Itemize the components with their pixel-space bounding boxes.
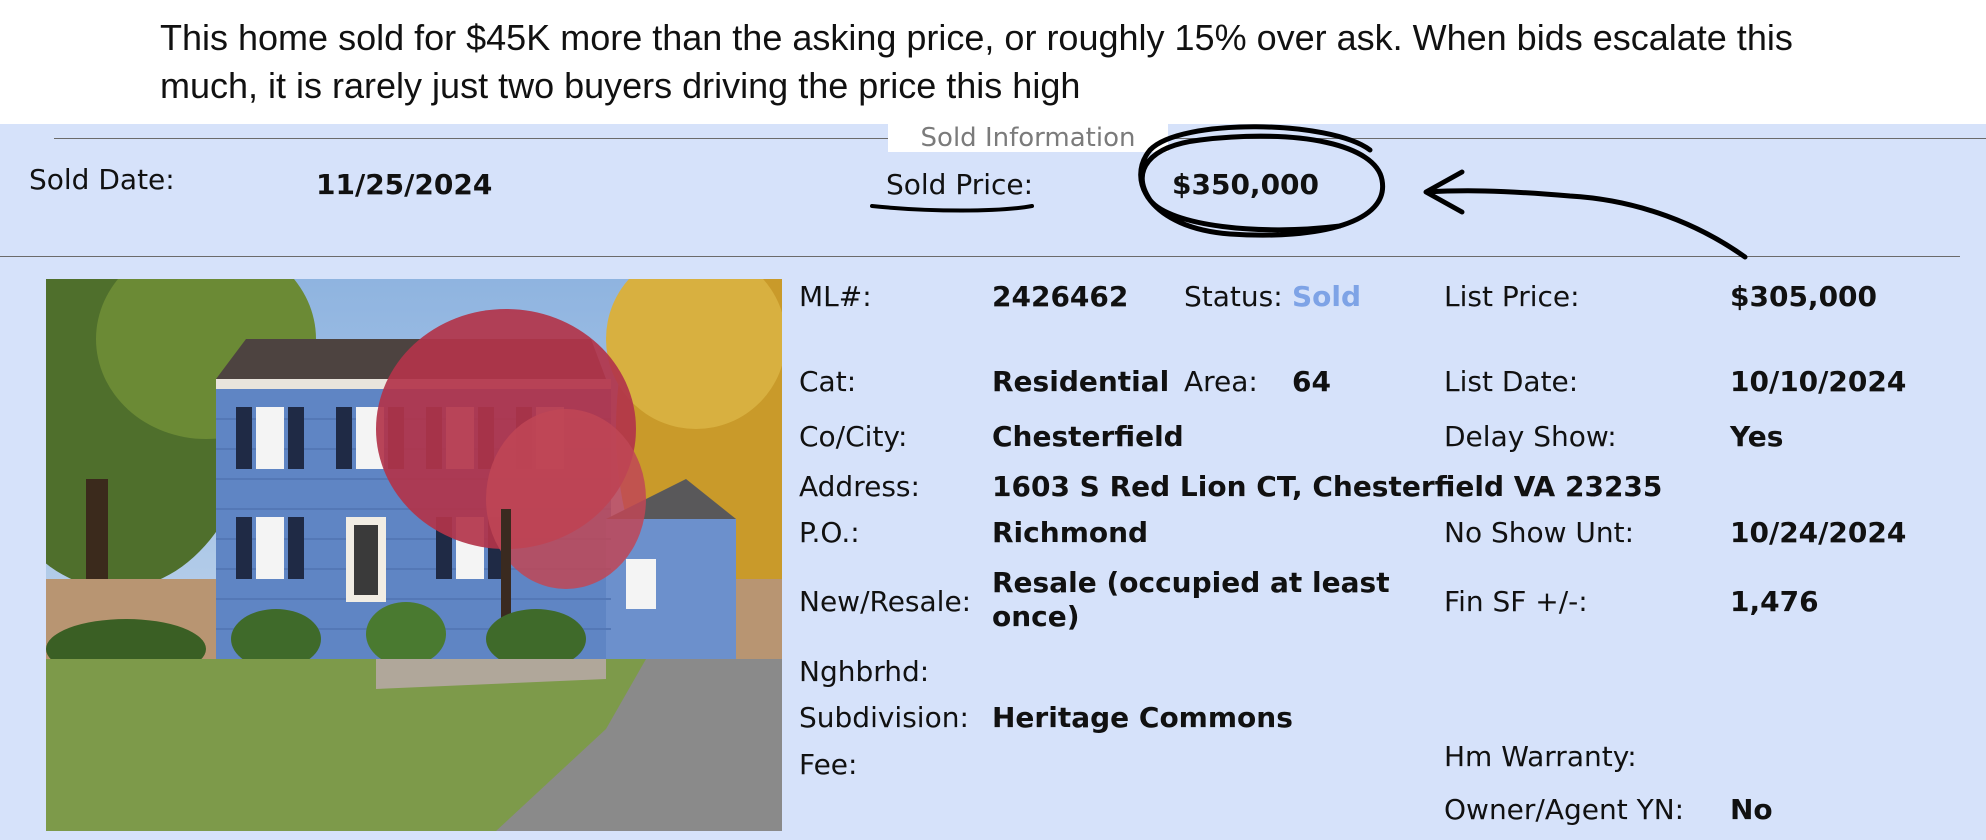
property-photo[interactable] (46, 279, 782, 831)
sold-date-label: Sold Date: (29, 163, 175, 196)
sold-price-value: $350,000 (1172, 168, 1320, 201)
list-price-label: List Price: (1444, 280, 1580, 313)
owner-agent-label: Owner/Agent YN: (1444, 793, 1685, 826)
no-show-value: 10/24/2024 (1730, 516, 1907, 549)
city-value: Chesterfield (992, 420, 1184, 453)
status-value: Sold (1292, 280, 1362, 313)
owner-agent-value: No (1730, 793, 1773, 826)
list-date-label: List Date: (1444, 365, 1579, 398)
status-label: Status: (1184, 280, 1283, 313)
area-label: Area: (1184, 365, 1258, 398)
sold-price-label: Sold Price: (886, 168, 1034, 201)
caption-text: This home sold for $45K more than the as… (160, 17, 1793, 106)
po-label: P.O.: (799, 516, 860, 549)
new-resale-label: New/Resale: (799, 585, 972, 618)
fin-sf-label: Fin SF +/-: (1444, 585, 1588, 618)
ml-value: 2426462 (992, 280, 1129, 313)
ml-label: ML#: (799, 280, 872, 313)
nghbrhd-label: Nghbrhd: (799, 655, 930, 688)
new-resale-value: Resale (occupied at least once) (992, 566, 1390, 633)
sold-date-value: 11/25/2024 (316, 168, 493, 201)
sold-information-legend: Sold Information (888, 122, 1168, 153)
fee-label: Fee: (799, 748, 858, 781)
address-value: 1603 S Red Lion CT, Chesterfield VA 2323… (992, 470, 1663, 503)
cat-value: Residential (992, 365, 1170, 398)
section-divider (0, 256, 1960, 257)
subdivision-label: Subdivision: (799, 701, 969, 734)
list-price-value: $305,000 (1730, 280, 1878, 313)
city-label: Co/City: (799, 420, 908, 453)
delay-show-value: Yes (1730, 420, 1784, 453)
cat-label: Cat: (799, 365, 857, 398)
delay-show-label: Delay Show: (1444, 420, 1617, 453)
subdivision-value: Heritage Commons (992, 701, 1293, 734)
address-label: Address: (799, 470, 920, 503)
fieldset-rule-right (1168, 138, 1986, 139)
po-value: Richmond (992, 516, 1149, 549)
area-value: 64 (1292, 365, 1331, 398)
fin-sf-value: 1,476 (1730, 585, 1819, 618)
list-date-value: 10/10/2024 (1730, 365, 1907, 398)
hm-warranty-label: Hm Warranty: (1444, 740, 1637, 773)
no-show-label: No Show Unt: (1444, 516, 1635, 549)
fieldset-rule-left (54, 138, 888, 139)
house-image (46, 279, 782, 831)
